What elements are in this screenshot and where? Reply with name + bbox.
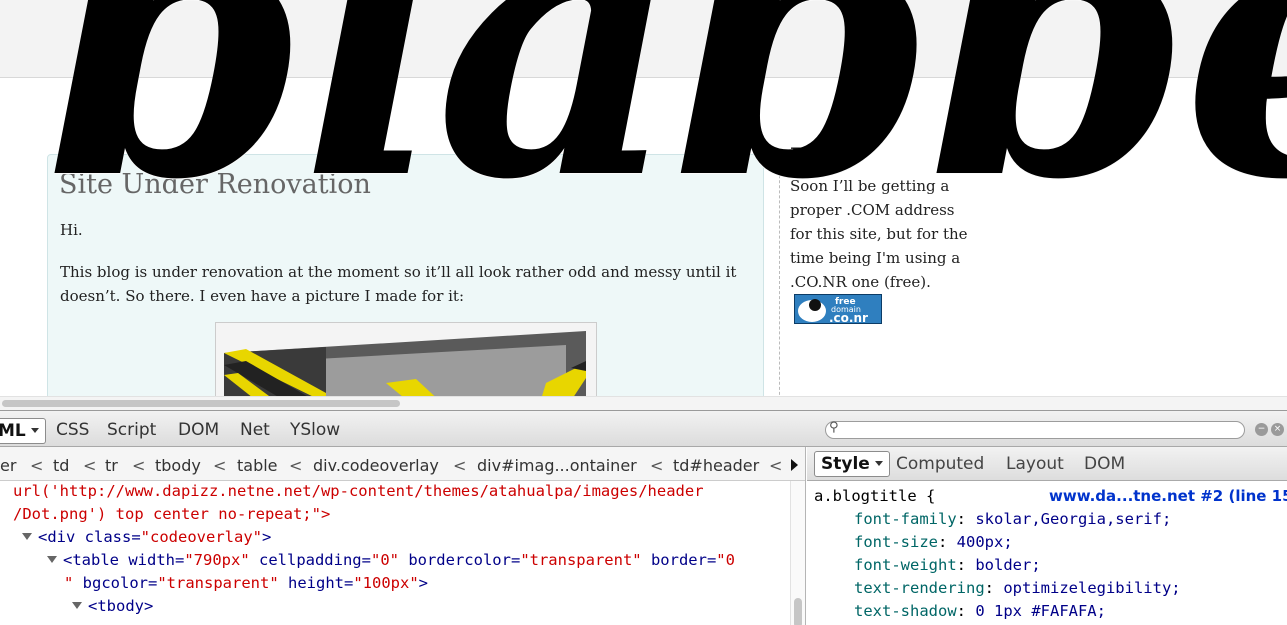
breadcrumb-item[interactable]: td#header xyxy=(673,456,759,475)
breadcrumb-separator: < xyxy=(650,456,664,475)
webpage-viewport: Site Under Renovation Hi. This blog is u… xyxy=(0,0,1287,410)
tree-node-table[interactable]: <table width="790px" cellpadding="0" bor… xyxy=(47,549,735,572)
firebug-search-input[interactable]: ⚲ xyxy=(825,420,1245,439)
firebug-toolbar: ML CSS Script DOM Net YSlow ⚲ − × xyxy=(0,411,1287,447)
minimize-icon[interactable]: − xyxy=(1255,423,1268,436)
breadcrumb-scroll-right-icon[interactable] xyxy=(791,459,798,471)
dropdown-arrow-icon xyxy=(30,428,39,433)
breadcrumb-separator: < xyxy=(289,456,303,475)
css-rule[interactable]: font-size: 400px; xyxy=(854,531,1013,554)
tab-html-label: ML xyxy=(0,421,26,441)
expand-toggle-icon[interactable] xyxy=(47,556,57,563)
code-line-url-cont: /Dot.png') top center no-repeat;"> xyxy=(13,505,331,523)
css-rule[interactable]: text-rendering: optimizelegibility; xyxy=(854,577,1181,600)
css-rule[interactable]: font-weight: bolder; xyxy=(854,554,1041,577)
logo-conr-text: .co.nr xyxy=(829,311,868,323)
post-body-text: This blog is under renovation at the mom… xyxy=(60,263,737,305)
breadcrumb-separator: < xyxy=(30,456,44,475)
css-rule[interactable]: text-shadow: 0 1px #FAFAFA; xyxy=(854,600,1106,623)
breadcrumb-separator: < xyxy=(132,456,146,475)
breadcrumb-item[interactable]: td xyxy=(53,456,69,475)
search-icon: ⚲ xyxy=(829,420,839,435)
tab-side-dom[interactable]: DOM xyxy=(1084,454,1125,474)
breadcrumb-item[interactable]: div#imag...ontainer xyxy=(477,456,637,475)
html-panel: er < td < tr < tbody < table < div.codeo… xyxy=(0,447,806,625)
vertical-scrollbar-thumb[interactable] xyxy=(794,598,802,625)
freedomain-logo[interactable]: free domain .co.nr xyxy=(794,294,882,324)
breadcrumb-item[interactable]: table xyxy=(237,456,278,475)
tab-layout[interactable]: Layout xyxy=(1006,454,1064,474)
breadcrumb-separator: < xyxy=(769,456,783,475)
tree-node-table-cont: " bgcolor="transparent" height="100px"> xyxy=(64,574,428,592)
breadcrumb-separator: < xyxy=(83,456,97,475)
tab-html[interactable]: ML xyxy=(0,418,46,444)
tab-dom[interactable]: DOM xyxy=(178,420,219,440)
tab-css[interactable]: CSS xyxy=(56,420,89,440)
vertical-scrollbar[interactable] xyxy=(790,481,805,625)
blog-title-link[interactable]: blabbe xyxy=(45,0,1287,230)
tree-node-tbody[interactable]: <tbody> xyxy=(72,595,153,618)
tab-style-label: Style xyxy=(821,454,870,474)
css-rule-view: a.blogtitle { www.da...tne.net #2 (line … xyxy=(807,481,1287,625)
breadcrumb-separator: < xyxy=(213,456,227,475)
side-panel-tabs: Style Computed Layout DOM xyxy=(807,447,1287,481)
css-source-link[interactable]: www.da...tne.net #2 (line 15) xyxy=(1049,485,1287,508)
tab-yslow[interactable]: YSlow xyxy=(290,420,340,440)
dropdown-arrow-icon xyxy=(874,461,883,466)
horizontal-scrollbar[interactable] xyxy=(0,396,1287,410)
breadcrumb-item[interactable]: er xyxy=(0,456,16,475)
code-line-url: url('http://www.dapizz.netne.net/wp-cont… xyxy=(13,482,704,500)
breadcrumb-item[interactable]: div.codeoverlay xyxy=(313,456,439,475)
close-icon[interactable]: × xyxy=(1271,423,1284,436)
breadcrumb-separator: < xyxy=(453,456,467,475)
style-side-panel: Style Computed Layout DOM a.blogtitle { … xyxy=(807,447,1287,625)
css-rule[interactable]: font-family: skolar,Georgia,serif; xyxy=(854,508,1171,531)
tree-node-div[interactable]: <div class="codeoverlay"> xyxy=(22,526,271,549)
breadcrumb: er < td < tr < tbody < table < div.codeo… xyxy=(0,447,805,481)
breadcrumb-item[interactable]: tbody xyxy=(155,456,201,475)
expand-toggle-icon[interactable] xyxy=(72,602,82,609)
html-tree: url('http://www.dapizz.netne.net/wp-cont… xyxy=(0,481,790,625)
horizontal-scrollbar-thumb[interactable] xyxy=(2,400,400,407)
tab-script[interactable]: Script xyxy=(107,420,156,440)
tab-net[interactable]: Net xyxy=(240,420,270,440)
expand-toggle-icon[interactable] xyxy=(22,533,32,540)
breadcrumb-item[interactable]: tr xyxy=(105,456,118,475)
tab-computed[interactable]: Computed xyxy=(896,454,984,474)
tab-style[interactable]: Style xyxy=(814,451,890,477)
firebug-panel: ML CSS Script DOM Net YSlow ⚲ − × er < t… xyxy=(0,410,1287,625)
css-selector: a.blogtitle { xyxy=(814,487,936,505)
